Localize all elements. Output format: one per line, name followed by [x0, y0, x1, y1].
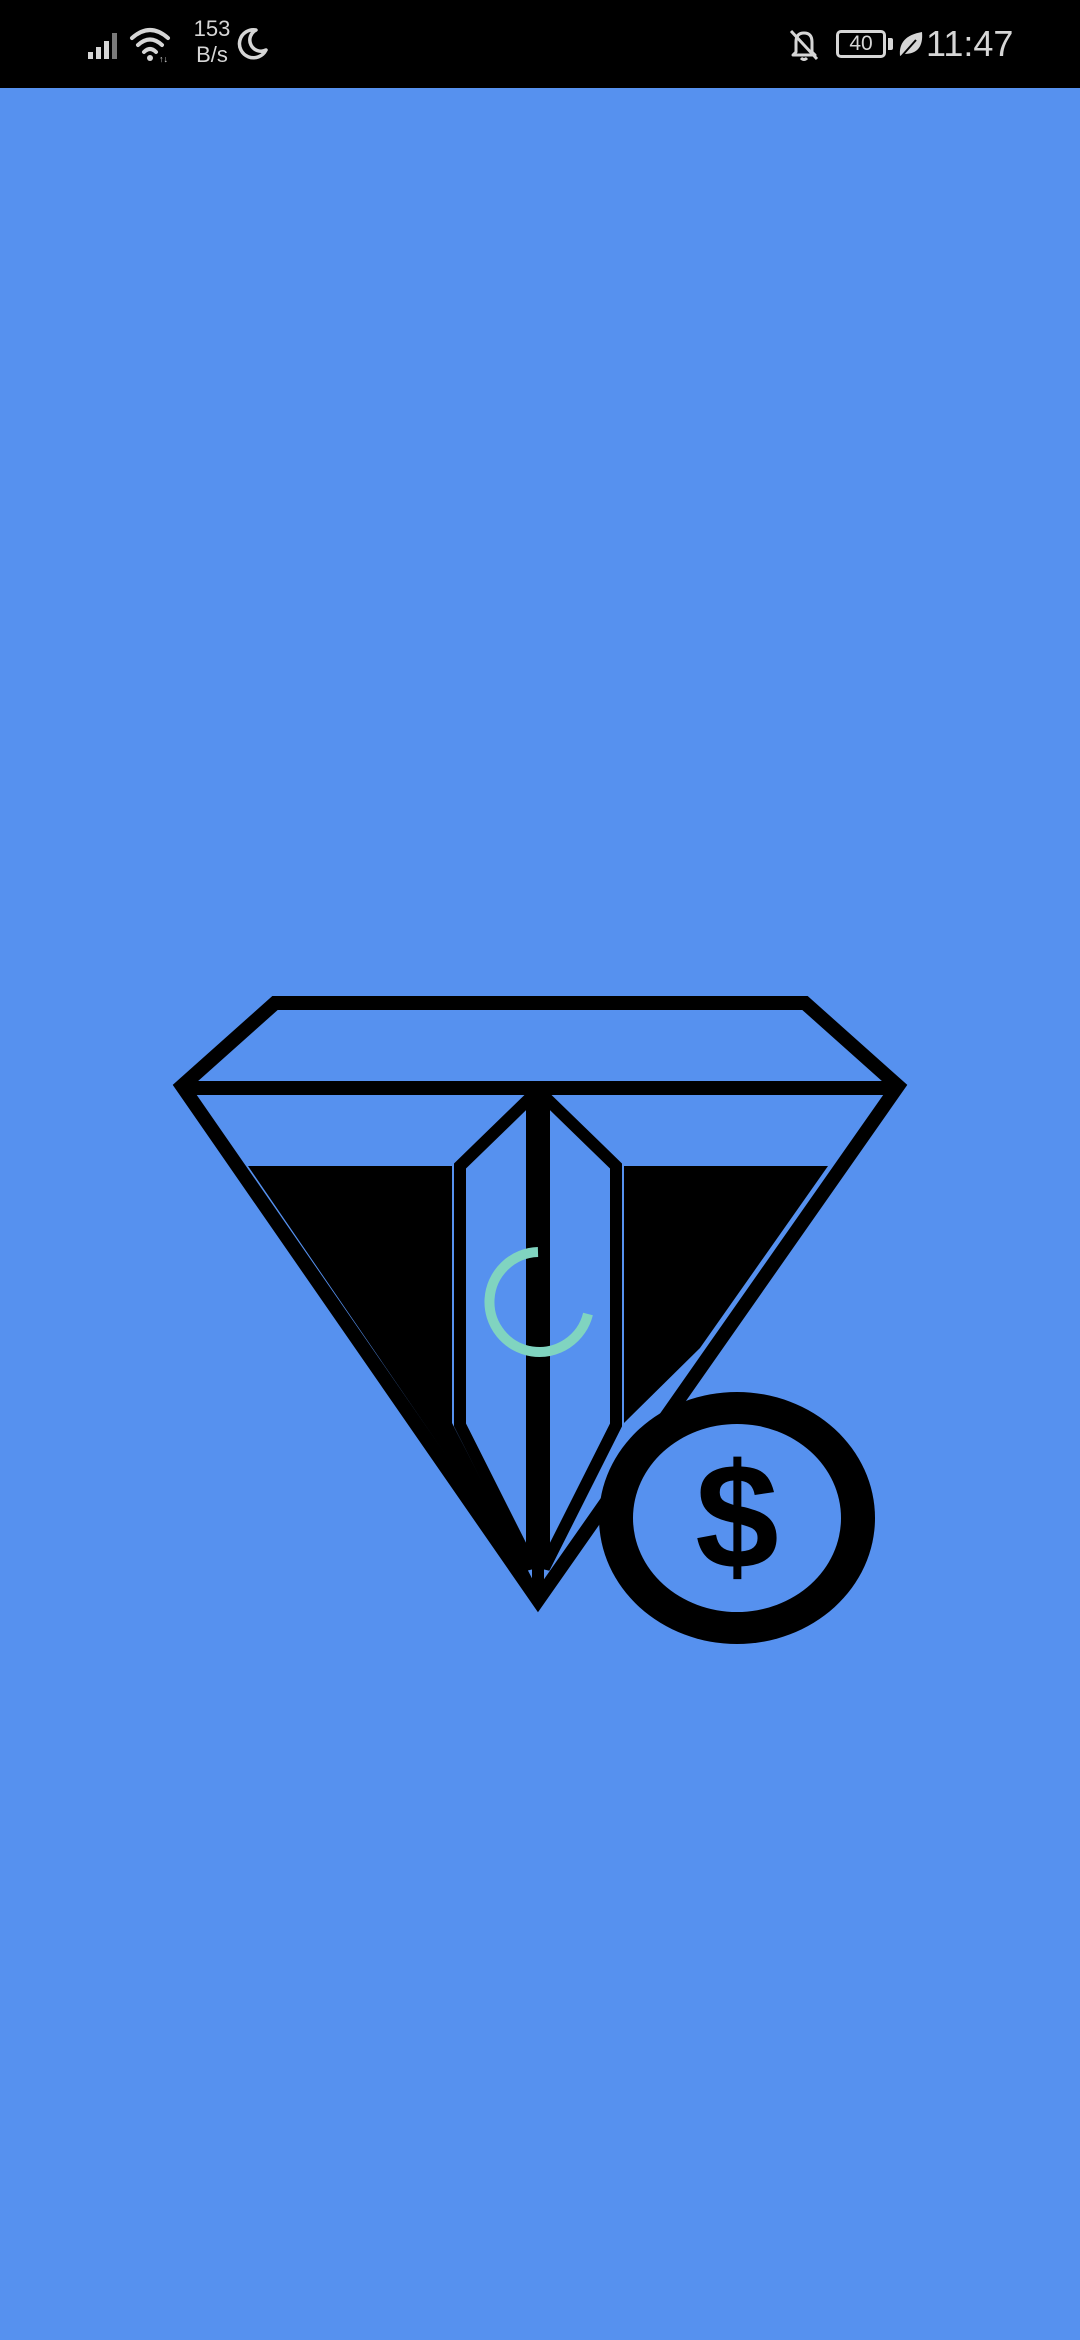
leaf-icon	[899, 32, 923, 59]
battery-icon: 40	[836, 30, 886, 58]
status-bar: ↑↓ 153 B/s 40 11:47	[0, 0, 1080, 88]
battery-level: 40	[849, 32, 873, 55]
wifi-icon: ↑↓	[130, 28, 170, 64]
svg-text:$: $	[695, 1432, 778, 1600]
svg-text:↑↓: ↑↓	[159, 54, 168, 64]
moon-icon	[237, 28, 268, 60]
loading-spinner-icon	[484, 1247, 593, 1357]
signal-icon	[88, 33, 117, 59]
splash-screen: $	[0, 88, 1080, 2340]
bell-off-icon	[789, 29, 819, 61]
battery-tip	[888, 38, 893, 50]
status-bar-time: 11:47	[926, 23, 1014, 64]
